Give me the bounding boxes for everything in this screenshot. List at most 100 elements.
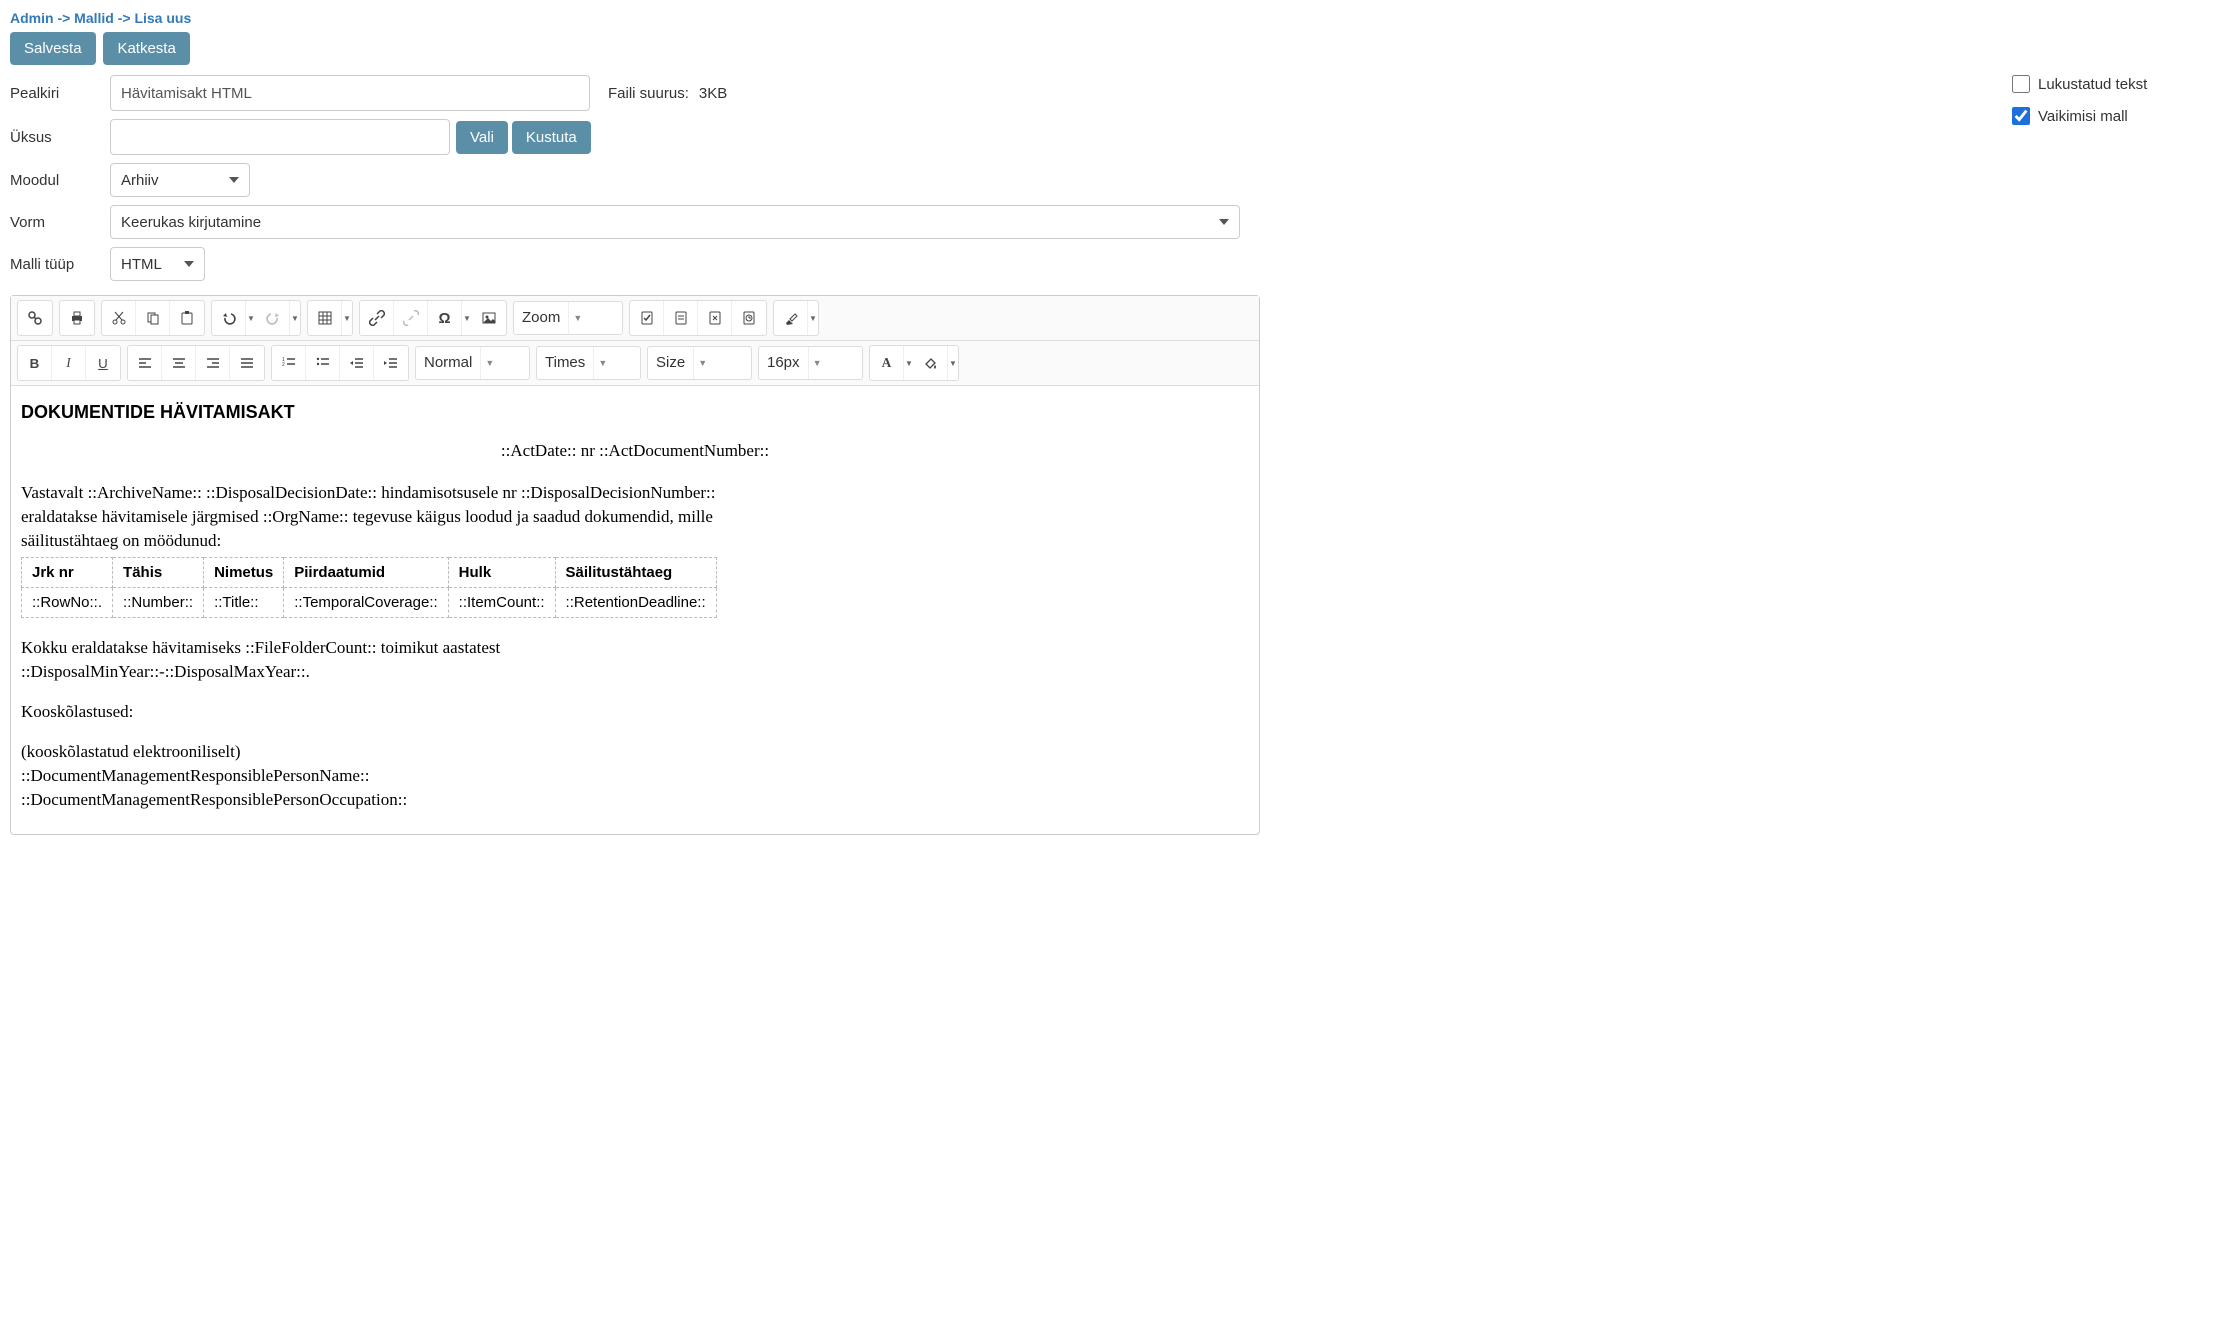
td-rowno: ::RowNo::. [22, 588, 113, 618]
doc-para1-l3: säilitustähtaeg on möödunud: [21, 531, 1249, 551]
align-justify-icon[interactable] [230, 346, 264, 380]
bold-icon[interactable]: B [18, 346, 52, 380]
clipboard-check-icon[interactable] [630, 301, 664, 335]
breadcrumb[interactable]: Admin -> Mallid -> Lisa uus [10, 10, 2222, 26]
format-combo[interactable]: Normal [416, 347, 480, 379]
undo-dropdown[interactable]: ▼ [246, 314, 256, 323]
html-editor: ▼ ▼ ▼ Ω ▼ Zoom ▼ [10, 295, 1260, 835]
special-char-icon[interactable]: Ω [428, 301, 462, 335]
delete-button[interactable]: Kustuta [512, 121, 591, 154]
px-dropdown[interactable]: ▼ [808, 347, 826, 379]
unordered-list-icon[interactable] [306, 346, 340, 380]
locked-checkbox[interactable] [2012, 75, 2030, 93]
file-size-label: Faili suurus: [608, 85, 689, 102]
type-select[interactable]: HTML [110, 247, 205, 281]
zoom-dropdown[interactable]: ▼ [568, 302, 586, 334]
cut-icon[interactable] [102, 301, 136, 335]
form-label: Vorm [10, 214, 110, 231]
table-icon[interactable] [308, 301, 342, 335]
table-row: ::RowNo::. ::Number:: ::Title:: ::Tempor… [22, 588, 717, 618]
title-input[interactable] [110, 75, 590, 111]
clipboard-time-icon[interactable] [732, 301, 766, 335]
italic-icon[interactable]: I [52, 346, 86, 380]
highlight-dropdown[interactable]: ▼ [808, 314, 818, 323]
find-icon[interactable] [18, 301, 52, 335]
px-combo[interactable]: 16px [759, 347, 808, 379]
undo-icon[interactable] [212, 301, 246, 335]
paste-icon[interactable] [170, 301, 204, 335]
highlight-icon[interactable] [774, 301, 808, 335]
ordered-list-icon[interactable]: 12 [272, 346, 306, 380]
redo-icon[interactable] [256, 301, 290, 335]
toolbar-row-1: ▼ ▼ ▼ Ω ▼ Zoom ▼ [11, 296, 1259, 341]
zoom-combo[interactable]: Zoom [514, 302, 568, 334]
doc-para1-l1: Vastavalt ::ArchiveName:: ::DisposalDeci… [21, 483, 1249, 503]
td-number: ::Number:: [113, 588, 204, 618]
unlink-icon[interactable] [394, 301, 428, 335]
type-label: Malli tüüp [10, 256, 110, 273]
table-header-row: Jrk nr Tähis Nimetus Piirdaatumid Hulk S… [22, 558, 717, 588]
doc-para3: Kooskõlastused: [21, 702, 1249, 722]
clipboard-list-icon[interactable] [664, 301, 698, 335]
th-sailitustahtaeg: Säilitustähtaeg [555, 558, 716, 588]
module-select[interactable]: Arhiiv [110, 163, 250, 197]
copy-icon[interactable] [136, 301, 170, 335]
module-label: Moodul [10, 172, 110, 189]
doc-para4-l2: ::DocumentManagementResponsiblePersonNam… [21, 766, 1249, 786]
unit-input[interactable] [110, 119, 450, 155]
doc-para2-l1: Kokku eraldatakse hävitamiseks ::FileFol… [21, 638, 1249, 658]
doc-para2-l2: ::DisposalMinYear::-::DisposalMaxYear::. [21, 662, 1249, 682]
size-combo[interactable]: Size [648, 347, 693, 379]
unit-label: Üksus [10, 129, 110, 146]
outdent-icon[interactable] [340, 346, 374, 380]
font-dropdown[interactable]: ▼ [593, 347, 611, 379]
doc-para1-l2: eraldatakse hävitamisele järgmised ::Org… [21, 507, 1249, 527]
doc-act-line: ::ActDate:: nr ::ActDocumentNumber:: [21, 441, 1249, 461]
svg-text:2: 2 [282, 362, 285, 368]
file-size-value: 3KB [699, 85, 727, 102]
print-icon[interactable] [60, 301, 94, 335]
default-checkbox-row[interactable]: Vaikimisi mall [2012, 107, 2222, 125]
image-icon[interactable] [472, 301, 506, 335]
align-right-icon[interactable] [196, 346, 230, 380]
default-label: Vaikimisi mall [2038, 108, 2128, 125]
form-select[interactable]: Keerukas kirjutamine [110, 205, 1240, 239]
align-center-icon[interactable] [162, 346, 196, 380]
td-retention: ::RetentionDeadline:: [555, 588, 716, 618]
doc-para4-l3: ::DocumentManagementResponsiblePersonOcc… [21, 790, 1249, 810]
link-icon[interactable] [360, 301, 394, 335]
table-dropdown[interactable]: ▼ [342, 314, 352, 323]
format-dropdown[interactable]: ▼ [480, 347, 498, 379]
size-dropdown[interactable]: ▼ [693, 347, 711, 379]
editor-content[interactable]: DOKUMENTIDE HÄVITAMISAKT ::ActDate:: nr … [11, 386, 1259, 834]
th-tahis: Tähis [113, 558, 204, 588]
locked-checkbox-row[interactable]: Lukustatud tekst [2012, 75, 2222, 93]
save-button[interactable]: Salvesta [10, 32, 96, 65]
doc-table: Jrk nr Tähis Nimetus Piirdaatumid Hulk S… [21, 557, 717, 618]
text-color-icon[interactable]: A [870, 346, 904, 380]
th-piirdaatumid: Piirdaatumid [284, 558, 448, 588]
bg-color-dropdown[interactable]: ▼ [948, 359, 958, 368]
special-char-dropdown[interactable]: ▼ [462, 314, 472, 323]
td-itemcount: ::ItemCount:: [448, 588, 555, 618]
doc-heading: DOKUMENTIDE HÄVITAMISAKT [21, 402, 1249, 423]
bg-color-icon[interactable] [914, 346, 948, 380]
choose-button[interactable]: Vali [456, 121, 508, 154]
underline-icon[interactable]: U [86, 346, 120, 380]
doc-para4-l1: (kooskõlastatud elektrooniliselt) [21, 742, 1249, 762]
td-temporal: ::TemporalCoverage:: [284, 588, 448, 618]
td-title: ::Title:: [204, 588, 284, 618]
default-checkbox[interactable] [2012, 107, 2030, 125]
th-jrk: Jrk nr [22, 558, 113, 588]
text-color-dropdown[interactable]: ▼ [904, 359, 914, 368]
redo-dropdown[interactable]: ▼ [290, 314, 300, 323]
title-label: Pealkiri [10, 85, 110, 102]
th-nimetus: Nimetus [204, 558, 284, 588]
align-left-icon[interactable] [128, 346, 162, 380]
cancel-button[interactable]: Katkesta [103, 32, 189, 65]
font-combo[interactable]: Times [537, 347, 593, 379]
indent-icon[interactable] [374, 346, 408, 380]
locked-label: Lukustatud tekst [2038, 76, 2147, 93]
toolbar-row-2: B I U 12 [11, 341, 1259, 386]
clipboard-x-icon[interactable] [698, 301, 732, 335]
